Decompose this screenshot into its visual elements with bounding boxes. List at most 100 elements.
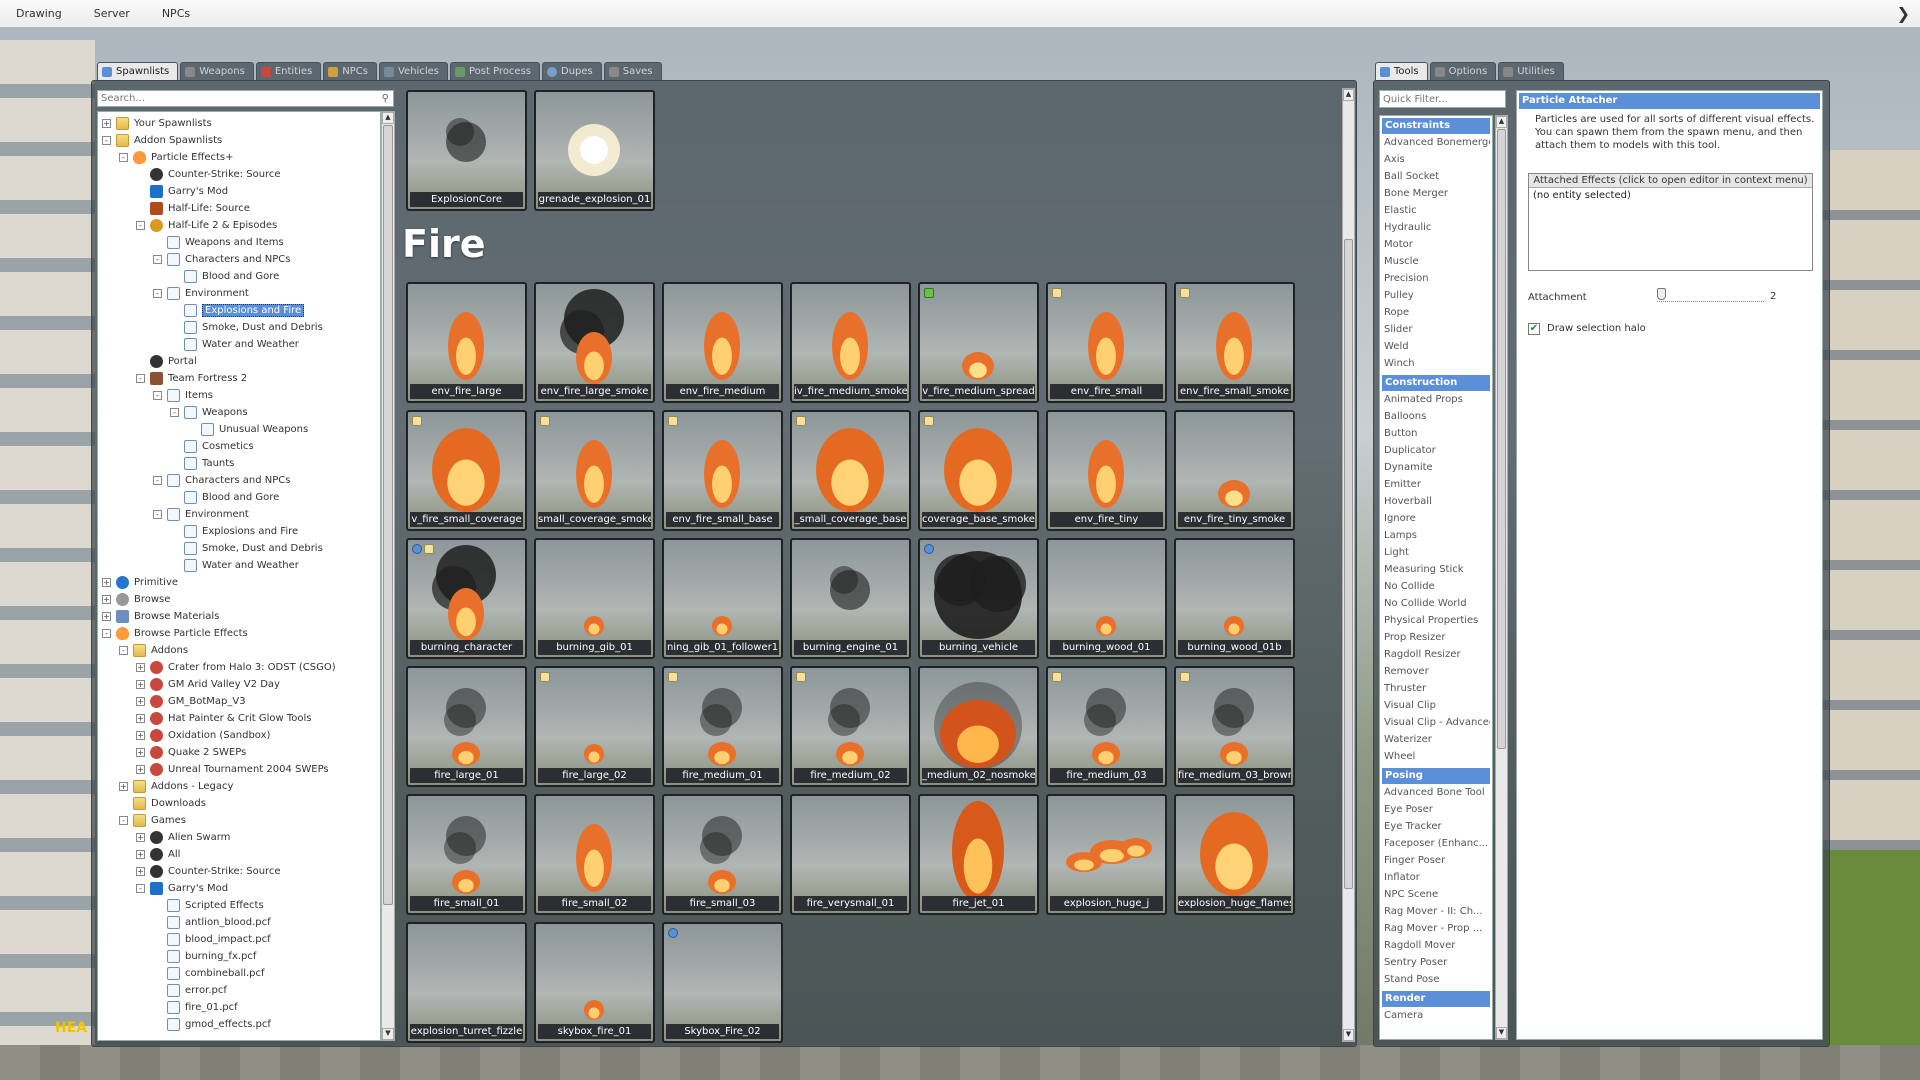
tree-item[interactable]: blood_impact.pcf xyxy=(153,931,271,948)
tree-item[interactable]: + Oxidation (Sandbox) xyxy=(136,727,270,744)
tool-item[interactable]: Emitter xyxy=(1384,477,1490,493)
content-scrollbar[interactable]: ▲ ▼ xyxy=(1342,88,1355,1042)
collapse-icon[interactable]: - xyxy=(170,408,179,417)
particle-tile[interactable]: fire_medium_03_brown xyxy=(1174,666,1295,787)
collapse-icon[interactable]: - xyxy=(119,816,128,825)
attachment-slider[interactable] xyxy=(1657,288,1764,302)
expand-icon[interactable]: + xyxy=(136,867,145,876)
content-scrollbar-thumb[interactable] xyxy=(1344,239,1353,889)
tab-saves[interactable]: Saves xyxy=(603,62,662,80)
tool-item[interactable]: Eye Poser xyxy=(1384,802,1490,818)
tab-npcs[interactable]: NPCs xyxy=(323,62,377,80)
tool-item[interactable]: Lamps xyxy=(1384,528,1490,544)
tool-list-scrollbar[interactable]: ▲ ▼ xyxy=(1495,115,1508,1040)
particle-tile[interactable]: skybox_fire_01 xyxy=(534,922,655,1043)
tree-item[interactable]: Smoke, Dust and Debris xyxy=(170,540,323,557)
tool-item[interactable]: Measuring Stick xyxy=(1384,562,1490,578)
tree-item[interactable]: + Alien Swarm xyxy=(136,829,230,846)
collapse-icon[interactable]: - xyxy=(153,476,162,485)
particle-tile[interactable]: env_fire_small_base xyxy=(662,410,783,531)
tree-item[interactable]: Portal xyxy=(136,353,197,370)
particle-tile[interactable]: fire_large_01 xyxy=(406,666,527,787)
particle-tile[interactable]: fire_medium_02 xyxy=(790,666,911,787)
tree-item[interactable]: Half-Life: Source xyxy=(136,200,250,217)
particle-tile[interactable]: explosion_huge_j xyxy=(1046,794,1167,915)
tool-item[interactable]: Light xyxy=(1384,545,1490,561)
tree-item[interactable]: gmod_effects.pcf xyxy=(153,1016,271,1033)
particle-tile[interactable]: explosion_turret_fizzle xyxy=(406,922,527,1043)
particle-tile[interactable]: coverage_base_smoke xyxy=(918,410,1039,531)
attached-effects-header[interactable]: Attached Effects (click to open editor i… xyxy=(1529,174,1812,188)
tool-item[interactable]: No Collide World xyxy=(1384,596,1490,612)
tree-item[interactable]: burning_fx.pcf xyxy=(153,948,256,965)
tool-item[interactable]: Animated Props xyxy=(1384,392,1490,408)
tool-item[interactable]: Faceposer (Enhanc... xyxy=(1384,836,1490,852)
tool-item[interactable]: Elastic xyxy=(1384,203,1490,219)
scroll-up-icon[interactable]: ▲ xyxy=(1496,116,1507,128)
particle-tile[interactable]: v_fire_medium_spread xyxy=(918,282,1039,403)
tree-item[interactable]: + Counter-Strike: Source xyxy=(136,863,281,880)
menu-npcs[interactable]: NPCs xyxy=(146,7,206,20)
particle-tile[interactable]: ExplosionCore xyxy=(406,90,527,211)
tool-category-header[interactable]: Constraints xyxy=(1382,118,1490,134)
tree-item[interactable]: Blood and Gore xyxy=(170,489,279,506)
particle-tile[interactable]: env_fire_small xyxy=(1046,282,1167,403)
particle-tile[interactable]: fire_small_01 xyxy=(406,794,527,915)
tab-post-process[interactable]: Post Process xyxy=(449,62,541,80)
collapse-icon[interactable]: - xyxy=(102,629,111,638)
particle-tile[interactable]: v_fire_small_coverage xyxy=(406,410,527,531)
tool-item[interactable]: Advanced Bonemerge xyxy=(1384,135,1490,151)
tool-item[interactable]: Rag Mover - Prop ... xyxy=(1384,921,1490,937)
spawnlist-search-input[interactable] xyxy=(98,93,368,104)
tab-vehicles[interactable]: Vehicles xyxy=(378,62,448,80)
expand-icon[interactable]: + xyxy=(136,663,145,672)
tool-item[interactable]: Duplicator xyxy=(1384,443,1490,459)
particle-tile[interactable]: burning_gib_01 xyxy=(534,538,655,659)
tree-item[interactable]: Cosmetics xyxy=(170,438,254,455)
particle-tile[interactable]: burning_character xyxy=(406,538,527,659)
tree-item[interactable]: antlion_blood.pcf xyxy=(153,914,271,931)
particle-tile[interactable]: iv_fire_medium_smoke xyxy=(790,282,911,403)
particle-tile[interactable]: env_fire_tiny_smoke xyxy=(1174,410,1295,531)
tree-item[interactable]: Downloads xyxy=(119,795,206,812)
collapse-icon[interactable]: - xyxy=(153,391,162,400)
tree-item[interactable]: Blood and Gore xyxy=(170,268,279,285)
tool-item[interactable]: Ball Socket xyxy=(1384,169,1490,185)
tree-item[interactable]: - Games xyxy=(119,812,186,829)
tree-item[interactable]: + Addons - Legacy xyxy=(119,778,233,795)
collapse-icon[interactable]: - xyxy=(119,153,128,162)
expand-icon[interactable]: + xyxy=(136,765,145,774)
tab-weapons[interactable]: Weapons xyxy=(180,62,254,80)
scroll-up-icon[interactable]: ▲ xyxy=(382,112,394,124)
particle-tile[interactable]: _small_coverage_base xyxy=(790,410,911,531)
particle-tile[interactable]: small_coverage_smoke xyxy=(534,410,655,531)
tool-item[interactable]: Waterizer xyxy=(1384,732,1490,748)
tab-spawnlists[interactable]: Spawnlists xyxy=(97,62,179,80)
particle-tile[interactable]: fire_small_03 xyxy=(662,794,783,915)
tab-utilities[interactable]: Utilities xyxy=(1498,62,1564,80)
tool-item[interactable]: Pulley xyxy=(1384,288,1490,304)
collapse-icon[interactable]: - xyxy=(153,255,162,264)
tool-item[interactable]: Prop Resizer xyxy=(1384,630,1490,646)
tool-item[interactable]: Winch xyxy=(1384,356,1490,372)
tree-item[interactable]: + GM Arid Valley V2 Day xyxy=(136,676,280,693)
tree-item[interactable]: - Particle Effects+ xyxy=(119,149,234,166)
particle-tile[interactable]: fire_jet_01 xyxy=(918,794,1039,915)
tree-item[interactable]: - Addon Spawnlists xyxy=(102,132,222,149)
quick-filter-input[interactable] xyxy=(1380,91,1500,108)
tree-item[interactable]: Smoke, Dust and Debris xyxy=(170,319,323,336)
tree-item[interactable]: + Your Spawnlists xyxy=(102,115,212,132)
tree-item[interactable]: - Garry's Mod xyxy=(136,880,228,897)
tree-item[interactable]: Garry's Mod xyxy=(136,183,228,200)
particle-tile[interactable]: fire_small_02 xyxy=(534,794,655,915)
collapse-icon[interactable]: - xyxy=(153,510,162,519)
tool-item[interactable]: Muscle xyxy=(1384,254,1490,270)
tree-item[interactable]: - Environment xyxy=(153,285,249,302)
tree-item[interactable]: combineball.pcf xyxy=(153,965,265,982)
tree-item[interactable]: + Unreal Tournament 2004 SWEPs xyxy=(136,761,329,778)
particle-tile[interactable]: burning_engine_01 xyxy=(790,538,911,659)
tree-item[interactable]: - Half-Life 2 & Episodes xyxy=(136,217,277,234)
tree-item[interactable]: - Addons xyxy=(119,642,188,659)
tree-item[interactable]: Water and Weather xyxy=(170,336,299,353)
collapse-icon[interactable]: - xyxy=(102,136,111,145)
